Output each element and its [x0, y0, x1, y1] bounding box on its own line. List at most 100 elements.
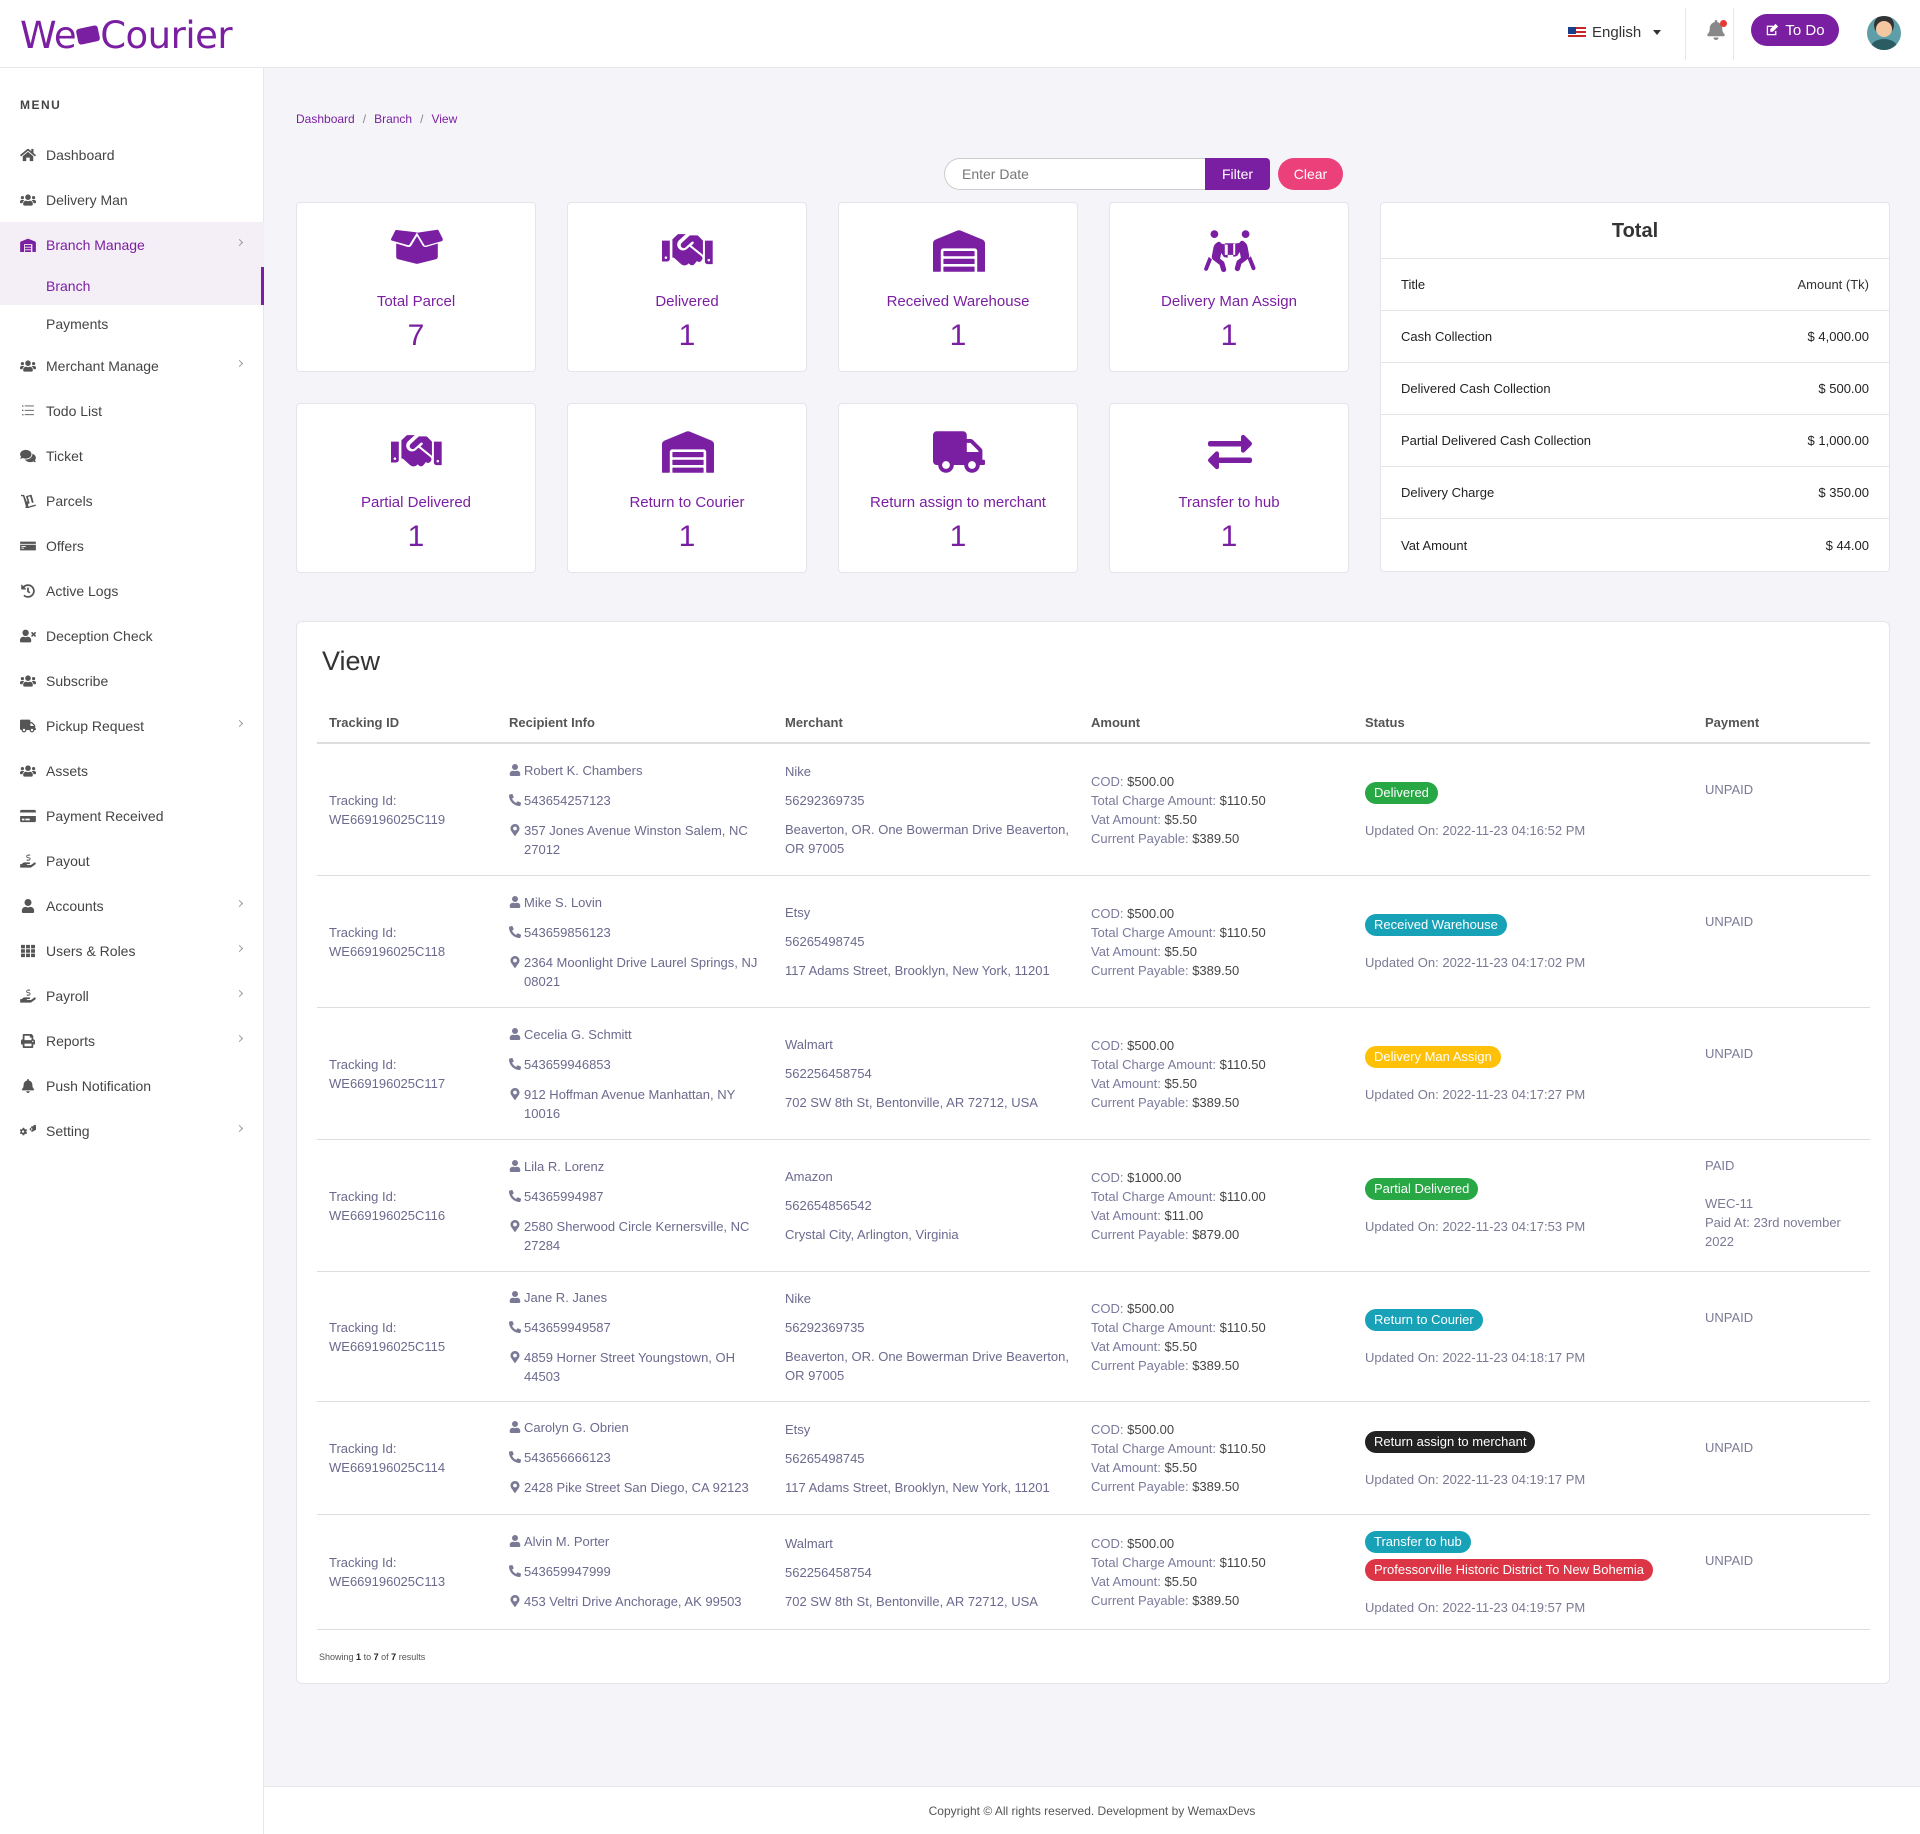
payment-cell: PAID WEC-11 Paid At: 23rd november 2022 — [1705, 1140, 1870, 1271]
sidebar-item-delivery-man[interactable]: Delivery Man — [0, 177, 264, 222]
sidebar-item-users-roles[interactable]: Users & Roles — [0, 928, 264, 973]
person-icon — [509, 1418, 524, 1438]
offers-icon — [20, 539, 36, 553]
sidebar-item-label: Payout — [46, 852, 90, 869]
sidebar-item-payment-received[interactable]: Payment Received — [0, 793, 264, 838]
total-charge-amount: $110.50 — [1219, 1441, 1266, 1456]
table-header: Tracking ID Recipient Info Merchant Amou… — [317, 702, 1870, 744]
stat-card-label: Transfer to hub — [1178, 494, 1280, 511]
sidebar-item-deception-check[interactable]: Deception Check — [0, 613, 264, 658]
todo-button[interactable]: To Do — [1751, 14, 1839, 46]
tracking-id[interactable]: WE669196025C116 — [329, 1206, 509, 1225]
current-payable: $389.50 — [1192, 962, 1240, 978]
merchant-address: 117 Adams Street, Brooklyn, New York, 11… — [785, 963, 1050, 978]
sidebar-item-ticket[interactable]: Ticket — [0, 433, 264, 478]
breadcrumb-branch[interactable]: Branch — [374, 112, 412, 126]
warehouse-icon — [933, 229, 985, 273]
tracking-id[interactable]: WE669196025C119 — [329, 810, 509, 829]
status-badge: Received Warehouse — [1365, 914, 1507, 936]
list-icon — [20, 404, 36, 418]
person-icon — [509, 893, 524, 913]
top-header: We Courier English To Do — [0, 0, 1920, 68]
stat-card-label: Partial Delivered — [360, 494, 472, 511]
stat-card-label: Received Warehouse — [886, 293, 1030, 310]
sidebar-item-setting[interactable]: Setting — [0, 1108, 264, 1153]
merchant-cell: Walmart 562256458754 702 SW 8th St, Benton… — [785, 1529, 1091, 1616]
sidebar-item-parcels[interactable]: Parcels — [0, 478, 264, 523]
user-avatar[interactable] — [1867, 16, 1901, 50]
stat-card-value: 1 — [678, 319, 696, 352]
phone-icon — [509, 1562, 524, 1582]
home-icon — [20, 148, 36, 162]
tracking-cell: Tracking Id: WE669196025C113 — [317, 1553, 509, 1591]
person-icon — [509, 1288, 524, 1308]
recipient-phone: 543659946853 — [524, 1056, 611, 1072]
status-badge: Return to Courier — [1365, 1309, 1483, 1331]
sidebar-subitem-branch[interactable]: Branch — [0, 267, 264, 305]
updated-on: Updated On: 2022-11-23 04:16:52 PM — [1365, 823, 1586, 838]
sidebar-subitem-payments[interactable]: Payments — [0, 305, 264, 343]
sidebar-item-accounts[interactable]: Accounts — [0, 883, 264, 928]
tracking-id[interactable]: WE669196025C115 — [329, 1337, 509, 1356]
sidebar-item-push-notification[interactable]: Push Notification — [0, 1063, 264, 1108]
payment-cell: UNPAID — [1705, 1272, 1870, 1401]
tracking-id[interactable]: WE669196025C117 — [329, 1074, 509, 1093]
sidebar-item-branch-manage[interactable]: Branch Manage — [0, 222, 264, 267]
recipient-address: 2364 Moonlight Drive Laurel Springs, NJ … — [524, 954, 758, 989]
stat-card-value: 1 — [1220, 319, 1238, 352]
updated-on: Updated On: 2022-11-23 04:18:17 PM — [1365, 1350, 1586, 1365]
tracking-id[interactable]: WE669196025C113 — [329, 1572, 509, 1591]
comments-icon — [20, 449, 36, 463]
person-icon — [509, 1157, 524, 1177]
cod-amount: $500.00 — [1127, 773, 1175, 789]
sidebar-item-assets[interactable]: Assets — [0, 748, 264, 793]
sidebar-item-subscribe[interactable]: Subscribe — [0, 658, 264, 703]
merchant-name: Etsy — [785, 905, 811, 920]
table-body: Tracking Id: WE669196025C119 Robert K. Cha… — [317, 744, 1870, 1630]
tracking-id[interactable]: WE669196025C114 — [329, 1458, 509, 1477]
filter-button[interactable]: Filter — [1205, 158, 1270, 190]
map-marker-icon — [509, 1478, 524, 1498]
sidebar-item-pickup-request[interactable]: Pickup Request — [0, 703, 264, 748]
cod-amount: $500.00 — [1127, 905, 1175, 921]
stat-card-label: Total Parcel — [376, 293, 456, 310]
paid-at: Paid At: 23rd november 2022 — [1705, 1215, 1841, 1249]
col-merchant: Merchant — [785, 714, 843, 730]
status-badge-route: Professorville Historic District To New … — [1365, 1558, 1653, 1581]
app-logo[interactable]: We Courier — [20, 14, 233, 57]
sidebar-item-payroll[interactable]: Payroll — [0, 973, 264, 1018]
date-input[interactable] — [944, 158, 1205, 190]
total-row-amount: $ 500.00 — [1818, 381, 1869, 396]
table-row: Tracking Id: WE669196025C114 Carolyn G. Ob… — [317, 1402, 1870, 1515]
recipient-cell: Alvin M. Porter 543659947999 453 Veltri Dr… — [509, 1527, 785, 1617]
sidebar-item-dashboard[interactable]: Dashboard — [0, 132, 264, 177]
sidebar-item-label: Users & Roles — [46, 942, 136, 959]
payment-cell: UNPAID — [1705, 744, 1870, 875]
language-selector[interactable]: English — [1568, 24, 1662, 41]
sidebar-item-merchant-manage[interactable]: Merchant Manage — [0, 343, 264, 388]
notification-bell-icon[interactable] — [1707, 20, 1727, 42]
table-row: Tracking Id: WE669196025C118 Mike S. Lovin… — [317, 876, 1870, 1008]
merchant-name: Nike — [785, 1290, 812, 1306]
sidebar-item-offers[interactable]: Offers — [0, 523, 264, 568]
recipient-name: Carolyn G. Obrien — [524, 1420, 629, 1435]
sidebar-item-reports[interactable]: Reports — [0, 1018, 264, 1063]
sidebar-item-label: Setting — [46, 1122, 90, 1139]
chevron-right-icon — [235, 1124, 244, 1133]
sidebar-item-active-logs[interactable]: Active Logs — [0, 568, 264, 613]
clear-button[interactable]: Clear — [1278, 158, 1343, 190]
sidebar-item-todo-list[interactable]: Todo List — [0, 388, 264, 433]
merchant-name: Amazon — [785, 1169, 833, 1184]
payment-cell: UNPAID — [1705, 876, 1870, 1007]
sidebar-item-label: Payment Received — [46, 807, 164, 824]
tracking-id[interactable]: WE669196025C118 — [329, 942, 509, 961]
recipient-name: Cecelia G. Schmitt — [524, 1026, 632, 1042]
sidebar-item-payout[interactable]: Payout — [0, 838, 264, 883]
sidebar-item-label: Assets — [46, 762, 89, 779]
phone-icon — [509, 791, 524, 811]
merchant-address: 702 SW 8th St, Bentonville, AR 72712, US… — [785, 1593, 1038, 1609]
map-marker-icon — [509, 1348, 524, 1368]
header-divider — [1685, 8, 1686, 60]
breadcrumb-dashboard[interactable]: Dashboard — [296, 112, 355, 126]
users-icon — [20, 359, 36, 373]
